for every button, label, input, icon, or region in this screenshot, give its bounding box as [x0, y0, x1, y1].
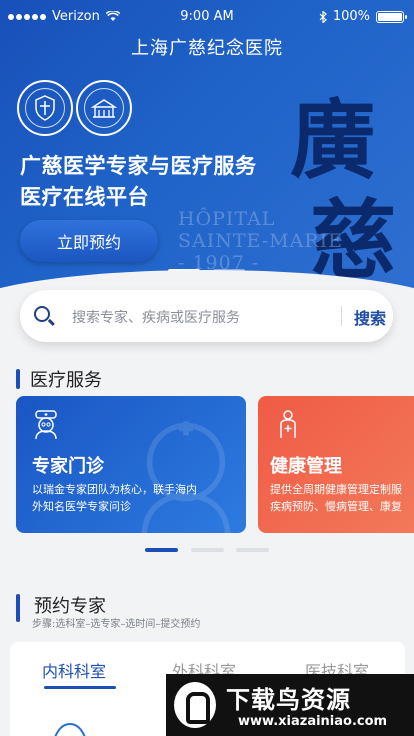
university-seal-logo — [17, 80, 73, 136]
section-bar — [16, 369, 20, 389]
watermark-text: HÔPITAL SAINTE-MARIE - 1907 - — [178, 208, 343, 274]
booking-steps: 步骤:选科室–选专家–选时间–提交预约 — [32, 619, 201, 630]
card-title: 专家门诊 — [32, 456, 104, 477]
bluetooth-icon — [319, 10, 327, 23]
person-health-icon — [280, 410, 296, 438]
card-description: 提供全周期健康管理定制服 疾病预防、慢病管理、康复 — [270, 481, 414, 515]
carousel-dot[interactable] — [236, 548, 269, 552]
section-bar — [16, 594, 20, 622]
tab-internal-medicine[interactable]: 内科科室 — [42, 658, 106, 682]
page-title: 上海广慈纪念医院 — [131, 38, 283, 59]
hero-banner[interactable]: 廣 慈 HÔPITAL SAINTE-MARIE - 1907 - Verizo… — [0, 0, 414, 300]
hospital-seal-logo — [76, 80, 132, 136]
hero-headline-2: 医疗在线平台 — [20, 185, 149, 209]
watermark-line-1: HÔPITAL — [178, 208, 276, 230]
card-description: 以瑞金专家团队为核心，联手海内 外知名医学专家问诊 — [32, 481, 232, 515]
search-bar[interactable]: 搜索专家、疾病或医疗服务 搜索 — [20, 290, 393, 342]
status-bar: Verizon 9:00 AM 100% — [0, 0, 414, 34]
services-heading: 医疗服务 — [16, 366, 102, 392]
status-right: 100% — [319, 9, 407, 24]
search-icon — [34, 306, 50, 322]
hero-headline-1: 广慈医学专家与医疗服务 — [20, 154, 257, 178]
doctor-icon — [35, 410, 57, 440]
site-watermark-badge: 下载鸟资源 www.xiazainiao.com — [166, 674, 414, 736]
book-now-button[interactable]: 立即预约 — [20, 220, 158, 262]
tab-underline — [44, 686, 116, 689]
services-title: 医疗服务 — [30, 370, 102, 391]
card-desc-line-2: 外知名医学专家问诊 — [32, 500, 131, 513]
badge-title: 下载鸟资源 — [226, 686, 351, 714]
card-title: 健康管理 — [270, 456, 342, 477]
card-desc-line-1: 以瑞金专家团队为核心，联手海内 — [32, 483, 197, 496]
badge-url: www.xiazainiao.com — [238, 714, 388, 729]
watermark-line-2: SAINTE-MARIE — [178, 230, 344, 252]
card-desc-line-1: 提供全周期健康管理定制服 — [270, 483, 402, 496]
bird-logo-icon — [174, 682, 216, 728]
battery-icon — [376, 10, 407, 23]
shield-icon — [35, 95, 55, 121]
service-card-expert-clinic[interactable]: 专家门诊 以瑞金专家团队为核心，联手海内 外知名医学专家问诊 — [16, 396, 246, 533]
carousel-dot-active[interactable] — [145, 548, 178, 552]
search-divider — [341, 306, 342, 326]
service-card-health-management[interactable]: 健康管理 提供全周期健康管理定制服 疾病预防、慢病管理、康复 — [258, 396, 414, 533]
card-desc-line-2: 疾病预防、慢病管理、康复 — [270, 500, 402, 513]
carousel-dot[interactable] — [191, 548, 224, 552]
department-icon — [54, 722, 86, 736]
battery-label: 100% — [332, 9, 370, 24]
search-button[interactable]: 搜索 — [354, 305, 386, 329]
search-input[interactable]: 搜索专家、疾病或医疗服务 — [72, 307, 240, 327]
building-icon — [91, 99, 117, 118]
